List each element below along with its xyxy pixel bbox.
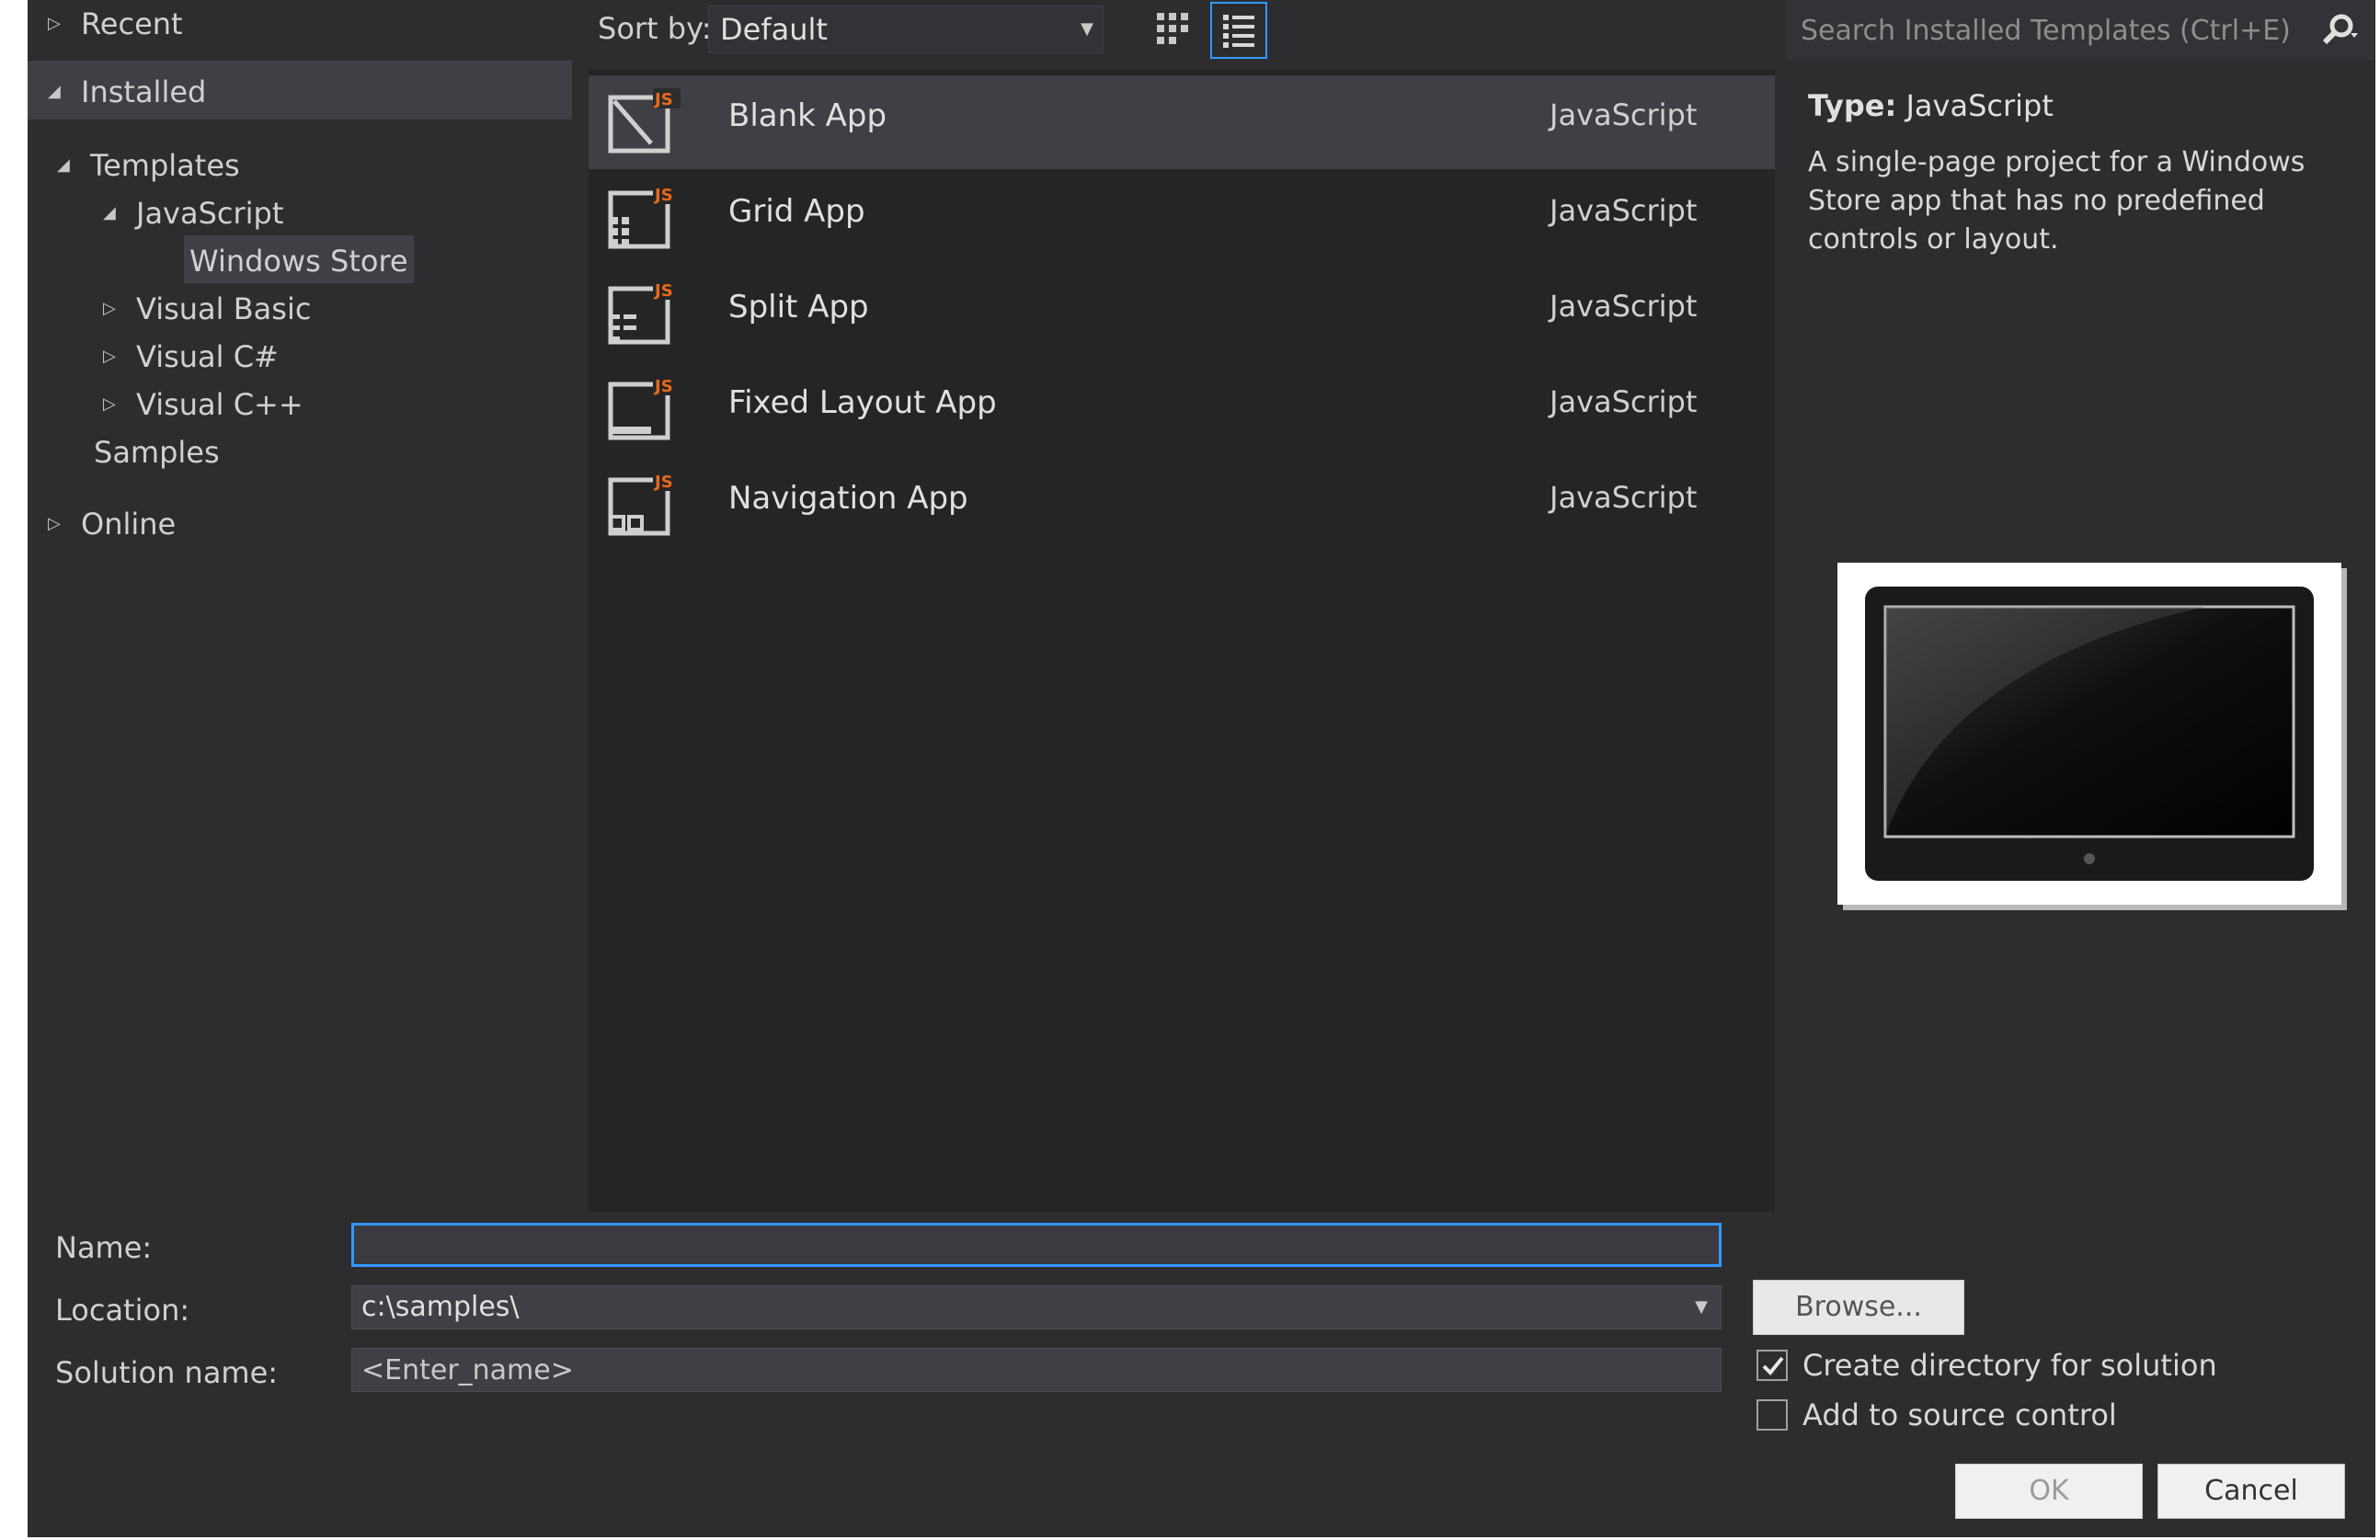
template-language: JavaScript	[1550, 193, 1698, 228]
template-language: JavaScript	[1550, 289, 1698, 324]
new-project-dialog: ▷ Recent ◢ Installed ◢ Templates ◢ JavaScrip…	[28, 0, 2375, 1537]
tree-item-online[interactable]: ▷ Online	[48, 496, 176, 548]
cancel-button[interactable]: Cancel	[2157, 1464, 2345, 1519]
grid-view-button[interactable]	[1150, 7, 1196, 53]
template-item-navigation-app[interactable]: JS Navigation App JavaScript	[589, 458, 1775, 552]
search-icon[interactable]	[2319, 11, 2360, 51]
search-input[interactable]	[1786, 0, 2301, 61]
create-directory-label: Create directory for solution	[1802, 1348, 2217, 1383]
tree-item-recent[interactable]: ▷ Recent	[48, 0, 183, 48]
tree-item-visual-cpp[interactable]: ▷ Visual C++	[103, 377, 303, 428]
template-item-split-app[interactable]: JS Split App JavaScript	[589, 267, 1775, 360]
svg-text:JS: JS	[653, 377, 673, 396]
location-dropdown[interactable]: c:\samples\ ▼	[351, 1285, 1722, 1329]
expand-arrow-icon[interactable]: ▷	[48, 498, 81, 550]
type-label: Type:	[1808, 88, 1897, 123]
template-type: Type: JavaScript	[1808, 88, 2054, 123]
svg-text:JS: JS	[653, 281, 673, 301]
search-box	[1786, 0, 2374, 61]
sort-dropdown[interactable]: Default ▼	[708, 6, 1104, 53]
checkmark-icon	[1762, 1356, 1784, 1375]
template-name: Split App	[728, 289, 869, 325]
solution-name-input[interactable]	[351, 1348, 1722, 1392]
solution-name-label: Solution name:	[55, 1355, 279, 1390]
checkbox-box[interactable]	[1756, 1399, 1788, 1431]
svg-text:JS: JS	[653, 90, 673, 109]
template-item-blank-app[interactable]: JS Blank App JavaScript	[589, 75, 1775, 169]
add-source-control-label: Add to source control	[1802, 1397, 2117, 1432]
template-name: Grid App	[728, 193, 865, 230]
expand-arrow-icon[interactable]: ▷	[103, 283, 136, 335]
expand-arrow-icon[interactable]: ▷	[48, 0, 81, 50]
list-view-button[interactable]	[1210, 2, 1267, 59]
template-language: JavaScript	[1550, 480, 1698, 515]
tablet-preview-icon	[1865, 587, 2314, 881]
sort-label: Sort by:	[598, 11, 712, 46]
type-value: JavaScript	[1905, 88, 2054, 123]
svg-text:JS: JS	[653, 186, 673, 205]
grid-app-js-icon: JS	[608, 184, 681, 249]
template-tree: ▷ Recent ◢ Installed ◢ Templates ◢ JavaScrip…	[28, 0, 579, 1212]
sort-value: Default	[720, 12, 828, 47]
template-item-fixed-layout-app[interactable]: JS Fixed Layout App JavaScript	[589, 362, 1775, 456]
template-name: Fixed Layout App	[728, 384, 997, 421]
project-form: Name: Location: c:\samples\ ▼ Solution n…	[28, 1212, 2375, 1537]
name-label: Name:	[55, 1230, 153, 1265]
expand-arrow-icon[interactable]: ▷	[103, 379, 136, 430]
template-item-grid-app[interactable]: JS Grid App JavaScript	[589, 171, 1775, 265]
template-list: JS Blank App JavaScript JS Grid App Java…	[589, 70, 1775, 1212]
tree-item-samples[interactable]: Samples	[94, 425, 220, 476]
location-value: c:\samples\	[361, 1291, 520, 1323]
svg-text:JS: JS	[653, 473, 673, 492]
fixed-layout-app-js-icon: JS	[608, 375, 681, 440]
tree-item-visual-basic[interactable]: ▷ Visual Basic	[103, 281, 311, 333]
navigation-app-js-icon: JS	[608, 471, 681, 536]
browse-button[interactable]: Browse...	[1753, 1280, 1964, 1335]
tree-item-installed[interactable]: ◢ Installed	[28, 61, 572, 120]
name-input[interactable]	[351, 1223, 1722, 1267]
expand-arrow-icon[interactable]: ▷	[103, 331, 136, 382]
chevron-down-icon: ▼	[1081, 19, 1093, 39]
tree-item-visual-csharp[interactable]: ▷ Visual C#	[103, 329, 279, 381]
tree-item-javascript[interactable]: ◢ JavaScript	[103, 186, 283, 237]
tree-item-templates[interactable]: ◢ Templates	[57, 138, 240, 189]
template-language: JavaScript	[1550, 384, 1698, 419]
chevron-down-icon: ▼	[1695, 1297, 1708, 1317]
template-details-panel: Type: JavaScript A single-page project f…	[1775, 61, 2375, 1212]
checkbox-box[interactable]	[1756, 1350, 1788, 1381]
template-description: A single-page project for a Windows Stor…	[1808, 146, 2306, 256]
template-language: JavaScript	[1550, 97, 1698, 132]
grid-view-icon	[1157, 13, 1188, 44]
template-name: Blank App	[728, 97, 887, 134]
tree-item-windows-store[interactable]: Windows Store	[184, 235, 414, 283]
collapse-arrow-icon[interactable]: ◢	[103, 188, 136, 239]
sort-toolbar: Sort by: Default ▼	[579, 0, 1775, 63]
blank-app-js-icon: JS	[608, 88, 681, 154]
ok-button[interactable]: OK	[1955, 1464, 2143, 1519]
split-app-js-icon: JS	[608, 279, 681, 345]
collapse-arrow-icon[interactable]: ◢	[57, 140, 90, 191]
location-label: Location:	[55, 1293, 190, 1328]
list-view-icon	[1223, 15, 1254, 48]
template-preview-image	[1837, 563, 2341, 905]
template-name: Navigation App	[728, 480, 968, 517]
collapse-arrow-icon[interactable]: ◢	[48, 63, 81, 121]
